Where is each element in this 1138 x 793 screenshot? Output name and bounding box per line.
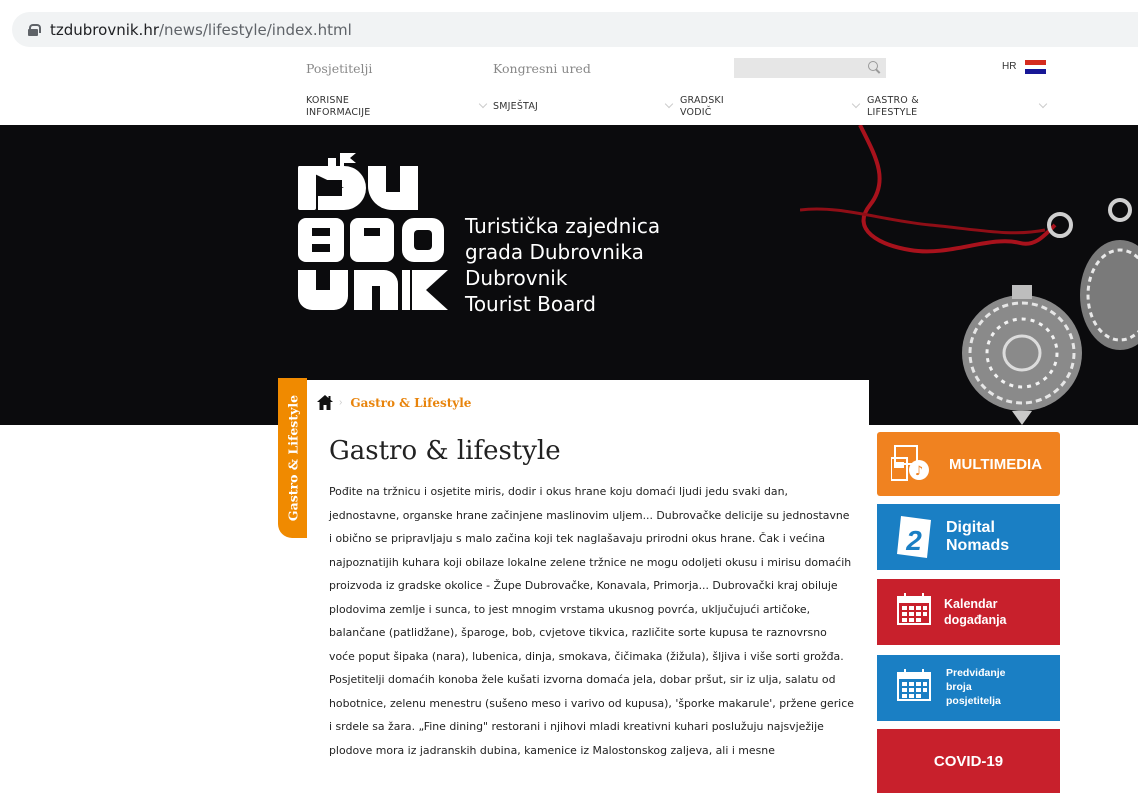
paragraph: Posjetitelji domaćih konoba žele kušati … — [329, 673, 854, 757]
event-calendar-button[interactable]: Kalendar događanja — [877, 579, 1060, 645]
section-side-tab[interactable]: Gastro & Lifestyle — [278, 378, 307, 538]
search-icon[interactable] — [868, 61, 880, 73]
digital-nomads-button[interactable]: 2 Digital Nomads — [877, 504, 1060, 570]
visitor-forecast-button[interactable]: Predviđanje broja posjetitelja — [877, 655, 1060, 721]
nav-item-gastro-lifestyle[interactable]: GASTRO & LIFESTYLE — [867, 95, 919, 119]
svg-text:♪: ♪ — [915, 464, 923, 479]
language-code[interactable]: HR — [1002, 61, 1016, 72]
paragraph: Pođite na tržnicu i osjetite miris, dodi… — [329, 485, 852, 663]
nav-item-accommodation[interactable]: SMJEŠTAJ — [493, 101, 538, 113]
address-bar[interactable]: tzdubrovnik.hr/news/lifestyle/index.html — [12, 12, 1138, 47]
breadcrumb-current[interactable]: Gastro & Lifestyle — [350, 396, 471, 410]
multimedia-icon: ♪ — [891, 445, 929, 481]
chevron-down-icon — [478, 99, 488, 109]
article-body: Pođite na tržnicu i osjetite miris, dodi… — [329, 480, 854, 762]
search-input[interactable] — [734, 58, 886, 78]
chevron-down-icon — [664, 99, 674, 109]
url-path: /news/lifestyle/index.html — [159, 20, 352, 39]
tourist-board-name: Turistička zajednica grada Dubrovnika Du… — [465, 214, 661, 316]
croatian-flag-icon[interactable] — [1025, 60, 1046, 74]
svg-text:2: 2 — [905, 525, 922, 556]
multimedia-button[interactable]: ♪ MULTIMEDIA — [877, 432, 1060, 496]
nav-item-useful-info[interactable]: KORISNE INFORMACIJE — [306, 95, 370, 119]
breadcrumb: › Gastro & Lifestyle — [317, 395, 471, 410]
nav-item-city-guide[interactable]: GRADSKI VODIČ — [680, 95, 724, 119]
dubrovnik-logo[interactable] — [298, 150, 448, 310]
home-icon[interactable] — [317, 395, 333, 410]
main-content: › Gastro & Lifestyle Gastro & lifestyle … — [307, 380, 869, 793]
page-title: Gastro & lifestyle — [329, 436, 561, 466]
covid-19-button[interactable]: COVID-19 — [877, 729, 1060, 793]
lock-icon — [28, 23, 41, 36]
chevron-down-icon — [1038, 99, 1048, 109]
url-host: tzdubrovnik.hr — [50, 20, 159, 39]
congress-office-link[interactable]: Kongresni ured — [493, 61, 591, 76]
breadcrumb-separator: › — [339, 397, 343, 408]
chevron-down-icon — [851, 99, 861, 109]
calendar-icon — [897, 669, 931, 701]
digital-nomads-icon: 2 — [897, 516, 931, 558]
visitors-link[interactable]: Posjetitelji — [306, 61, 372, 76]
calendar-icon — [897, 593, 931, 625]
